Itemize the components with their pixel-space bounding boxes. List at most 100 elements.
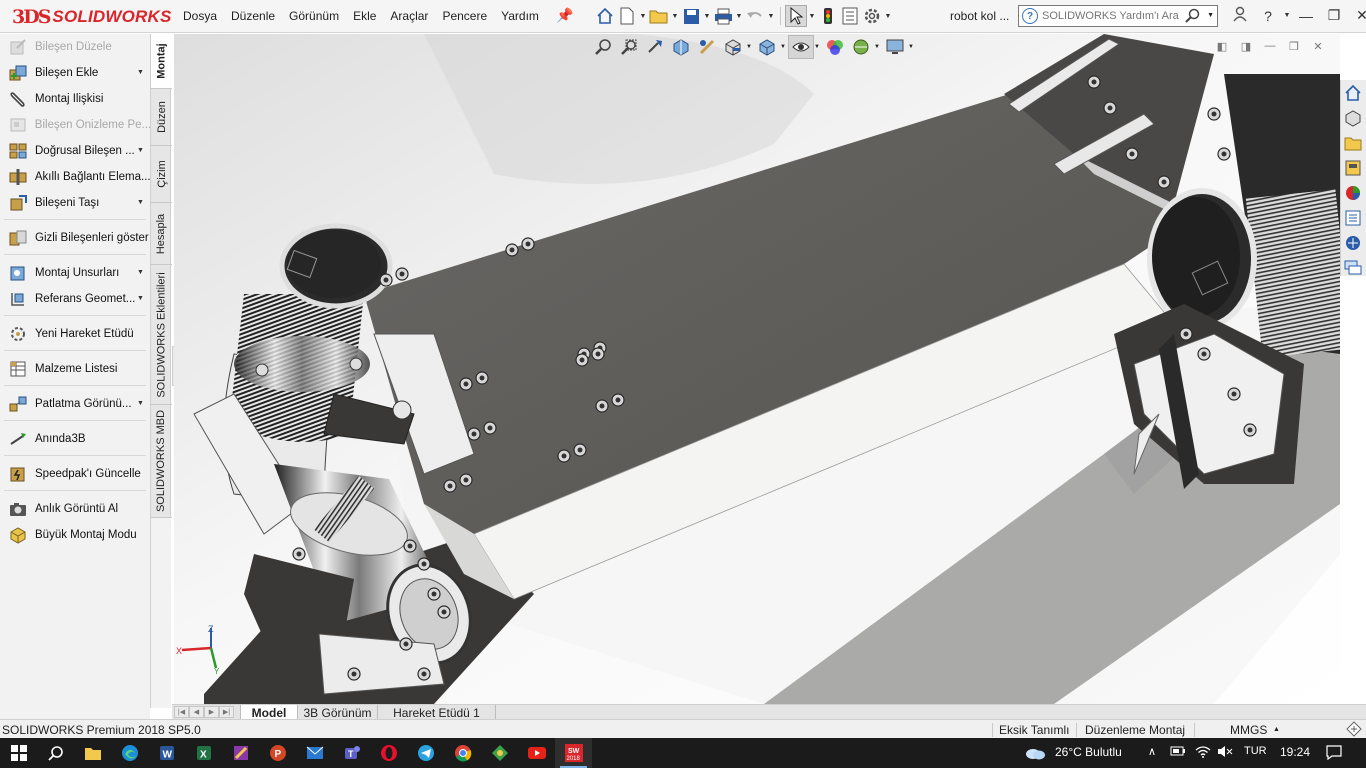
display-style-icon[interactable]	[754, 35, 780, 59]
solidworks-forum-icon[interactable]	[1341, 231, 1365, 255]
menu-file[interactable]: Dosya	[183, 9, 217, 23]
cmd-exploded-view[interactable]: Patlatma Görünü... ▼	[0, 391, 150, 417]
split-view-right-icon[interactable]: ◨	[1234, 40, 1258, 53]
section-view-icon[interactable]	[668, 35, 694, 59]
tab-evaluate[interactable]: Hesapla	[151, 203, 172, 265]
display-style-dropdown-icon[interactable]: ▼	[780, 44, 788, 50]
search-dropdown-icon[interactable]: ▼	[1207, 12, 1214, 19]
previous-view-icon[interactable]	[642, 35, 668, 59]
mail-icon[interactable]	[296, 738, 333, 768]
chevron-down-icon[interactable]: ▼	[137, 295, 144, 302]
menu-window[interactable]: Pencere	[442, 9, 487, 23]
open-folder-icon[interactable]	[648, 5, 670, 27]
help-icon[interactable]: ?	[1254, 8, 1282, 24]
undo-dropdown-icon[interactable]: ▼	[766, 13, 776, 20]
cmd-reference-geometry[interactable]: Referans Geomet... ▼	[0, 286, 150, 312]
units-dropdown-icon[interactable]: ▲	[1273, 726, 1280, 733]
weather-cloud-icon[interactable]	[1020, 738, 1050, 768]
cmd-mate[interactable]: Montaj İlişkisi	[0, 86, 150, 112]
word-icon[interactable]: W	[148, 738, 185, 768]
split-view-left-icon[interactable]: ◧	[1210, 40, 1234, 53]
cmd-move-component[interactable]: Bileşeni Taşı ▼	[0, 190, 150, 216]
apply-scene-icon[interactable]	[848, 35, 874, 59]
zoom-to-area-icon[interactable]	[616, 35, 642, 59]
view-palette-icon[interactable]	[1341, 156, 1365, 180]
solidworks-resources-home-icon[interactable]	[1341, 81, 1365, 105]
cmd-take-snapshot[interactable]: Anlık Görüntü Al	[0, 496, 150, 522]
tab-sketch[interactable]: Çizim	[151, 146, 172, 203]
excel-icon[interactable]: X	[185, 738, 222, 768]
cmd-edit-component[interactable]: Bileşen Düzele	[0, 34, 150, 60]
graphics-area[interactable]: ▼ ▼ ▼ ▼ ▼ ◧ ◨ — ❐ ✕ Z X Y	[174, 34, 1340, 704]
cmd-show-hidden[interactable]: Gizli Bileşenleri göster	[0, 225, 150, 251]
save-icon[interactable]	[680, 5, 702, 27]
view-orientation-icon[interactable]	[720, 35, 746, 59]
help-dropdown-icon[interactable]: ▼	[1282, 12, 1292, 19]
solidworks-taskbar-icon[interactable]: 2018 SW	[555, 738, 592, 768]
edit-appearance-icon[interactable]	[822, 35, 848, 59]
rebuild-traffic-light-icon[interactable]	[817, 5, 839, 27]
cmd-large-assembly-mode[interactable]: Büyük Montaj Modu	[0, 522, 150, 548]
weather-text[interactable]: 26°C Bulutlu	[1055, 745, 1122, 759]
solidworks-logo[interactable]: 3DS SOLIDWORKS	[12, 6, 172, 28]
open-dropdown-icon[interactable]: ▼	[670, 13, 680, 20]
file-explorer-icon[interactable]	[1341, 131, 1365, 155]
viewport-restore-icon[interactable]: ❐	[1282, 40, 1306, 53]
prev-tab-icon[interactable]: ◀	[189, 706, 204, 718]
minimize-icon[interactable]: —	[1292, 8, 1320, 24]
notifications-icon[interactable]	[1326, 745, 1342, 763]
collaboration-chat-icon[interactable]	[1341, 256, 1365, 280]
close-icon[interactable]: ✕	[1348, 7, 1366, 24]
input-language[interactable]: TUR	[1244, 745, 1267, 757]
show-hidden-icons-chevron-icon[interactable]: ∧	[1148, 745, 1156, 758]
photos-app-icon[interactable]	[481, 738, 518, 768]
viewport-close-icon[interactable]: ✕	[1306, 40, 1330, 53]
cmd-update-speedpak[interactable]: Speedpak'ı Güncelle	[0, 461, 150, 487]
undo-icon[interactable]	[744, 5, 766, 27]
first-tab-icon[interactable]: |◀	[174, 706, 189, 718]
tab-model[interactable]: Model	[240, 705, 298, 720]
paint-app-icon[interactable]	[222, 738, 259, 768]
select-dropdown-icon[interactable]: ▼	[807, 13, 817, 20]
tab-addins[interactable]: SOLIDWORKS Eklentileri	[151, 265, 172, 405]
cmd-new-motion-study[interactable]: Yeni Hareket Etüdü	[0, 321, 150, 347]
cmd-component-preview[interactable]: Bileşen Önizleme Pe...	[0, 112, 150, 138]
tab-assembly[interactable]: Montaj	[151, 34, 172, 89]
powerpoint-icon[interactable]: P	[259, 738, 296, 768]
view-settings-monitor-icon[interactable]	[882, 35, 908, 59]
opera-icon[interactable]	[370, 738, 407, 768]
new-document-icon[interactable]	[616, 5, 638, 27]
cmd-bill-of-materials[interactable]: Malzeme Listesi	[0, 356, 150, 382]
hide-show-items-icon[interactable]	[788, 35, 814, 59]
pin-menu-icon[interactable]: 📌	[556, 7, 573, 24]
volume-muted-icon[interactable]	[1217, 745, 1233, 761]
dynamic-annotation-icon[interactable]	[694, 35, 720, 59]
home-icon[interactable]	[594, 5, 616, 27]
cmd-linear-pattern[interactable]: Doğrusal Bileşen ... ▼	[0, 138, 150, 164]
chevron-down-icon[interactable]: ▼	[137, 147, 144, 154]
menu-insert[interactable]: Ekle	[353, 9, 376, 23]
view-orientation-dropdown-icon[interactable]: ▼	[746, 44, 754, 50]
chevron-down-icon[interactable]: ▼	[137, 199, 144, 206]
file-explorer-icon[interactable]	[74, 738, 111, 768]
edge-browser-icon[interactable]	[111, 738, 148, 768]
scene-dropdown-icon[interactable]: ▼	[874, 44, 882, 50]
chrome-icon[interactable]	[444, 738, 481, 768]
tab-motion-study-1[interactable]: Hareket Etüdü 1	[378, 705, 496, 720]
tab-3d-view[interactable]: 3B Görünüm	[298, 705, 378, 720]
next-tab-icon[interactable]: ▶	[204, 706, 219, 718]
restore-icon[interactable]: ❐	[1320, 7, 1348, 24]
chevron-down-icon[interactable]: ▼	[137, 69, 144, 76]
custom-properties-icon[interactable]	[1341, 206, 1365, 230]
battery-icon[interactable]	[1170, 745, 1186, 760]
last-tab-icon[interactable]: ▶|	[219, 706, 234, 718]
help-search-box[interactable]: ? ▼	[1018, 5, 1218, 27]
tab-layout[interactable]: Düzen	[151, 89, 172, 146]
help-search-input[interactable]	[1042, 10, 1182, 22]
telegram-icon[interactable]	[407, 738, 444, 768]
cmd-instant3d[interactable]: Anında3B	[0, 426, 150, 452]
hide-show-dropdown-icon[interactable]: ▼	[814, 44, 822, 50]
appearances-scenes-icon[interactable]	[1341, 181, 1365, 205]
chevron-down-icon[interactable]: ▼	[137, 269, 144, 276]
zoom-to-fit-icon[interactable]	[590, 35, 616, 59]
